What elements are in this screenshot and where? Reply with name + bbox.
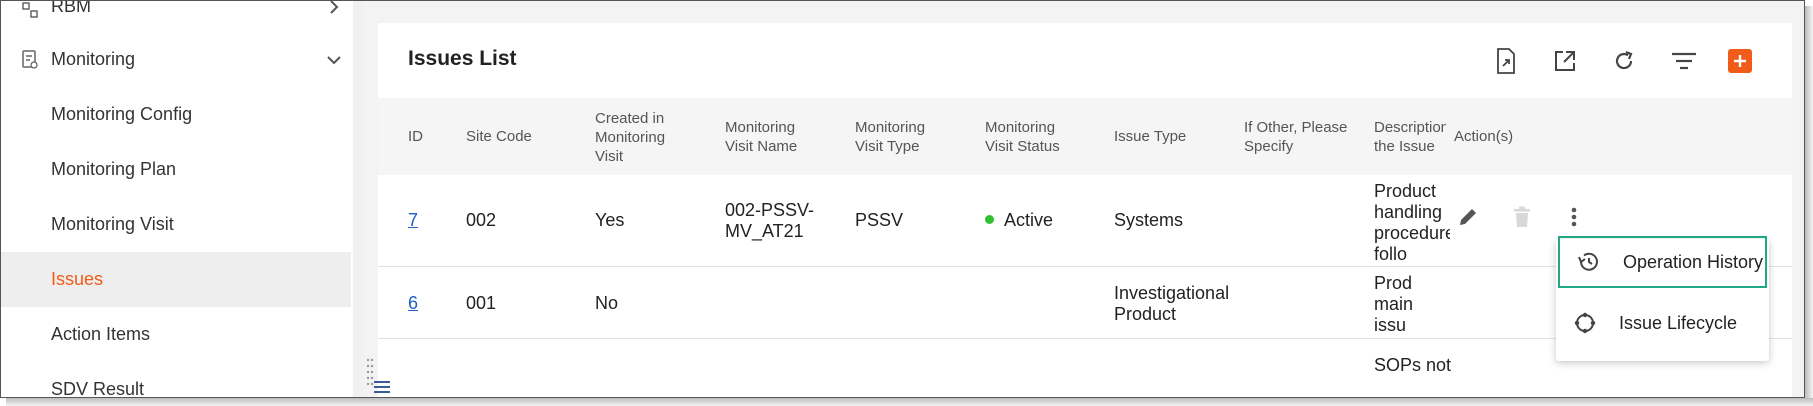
- window-shadow-bottom: [6, 398, 1813, 406]
- history-icon: [1578, 252, 1598, 271]
- refresh-icon: [1615, 50, 1633, 70]
- description-cell: Prod main issu: [1374, 273, 1414, 335]
- sidebar-item-label: SDV Result: [51, 379, 145, 398]
- visit-status-cell: Active: [985, 210, 1053, 231]
- column-header-created-in-visit[interactable]: Created in Monitoring Visit: [595, 109, 695, 166]
- sidebar-item-issues[interactable]: Issues: [1, 252, 351, 307]
- add-button[interactable]: [1728, 49, 1752, 73]
- chevron-down-icon[interactable]: [326, 52, 342, 68]
- pencil-icon: [1460, 209, 1476, 225]
- sidebar: RBM Monitoring Monitoring Config Monitor…: [1, 1, 363, 398]
- visit-name-cell: 002-PSSV-MV_AT21: [725, 200, 815, 241]
- export-button[interactable]: [1490, 45, 1522, 77]
- column-header-issue-type[interactable]: Issue Type: [1114, 127, 1186, 146]
- sidebar-item-label: Monitoring: [51, 49, 136, 69]
- menu-item-issue-lifecycle[interactable]: Issue Lifecycle: [1556, 297, 1769, 349]
- column-header-if-other[interactable]: If Other, Please Specify: [1244, 118, 1354, 156]
- add-icon: [1734, 55, 1746, 67]
- sidebar-item-label: Monitoring Plan: [51, 159, 177, 179]
- status-active-dot-icon: [985, 214, 994, 224]
- sidebar-item-monitoring-plan[interactable]: Monitoring Plan: [1, 142, 351, 197]
- lifecycle-icon: [1574, 312, 1596, 334]
- sidebar-scrollbar[interactable]: [353, 1, 363, 397]
- column-header-visit-name[interactable]: Monitoring Visit Name: [725, 118, 825, 156]
- status-badge: Active: [1004, 210, 1054, 230]
- issue-type-cell: Systems: [1114, 210, 1184, 230]
- more-vertical-icon: [1571, 207, 1577, 227]
- issue-type-cell: Investigational Product: [1114, 283, 1230, 324]
- visit-type-cell: PSSV: [855, 210, 904, 230]
- sidebar-item-monitoring[interactable]: Monitoring: [1, 32, 351, 87]
- sidebar-item-label: Action Items: [51, 324, 151, 344]
- issue-id-link-text[interactable]: 7: [408, 210, 418, 230]
- column-header-id[interactable]: ID: [408, 127, 423, 146]
- table-header: ID Site Code Created in Monitoring Visit…: [378, 98, 1792, 175]
- app-window: RBM Monitoring Monitoring Config Monitor…: [0, 0, 1805, 398]
- trash-icon: [1514, 206, 1530, 227]
- filter-icon: [1672, 52, 1696, 70]
- row-actions-menu: Operation History Issue Lifecycle: [1556, 236, 1769, 361]
- delete-button[interactable]: [1508, 203, 1536, 231]
- column-header-description[interactable]: Description the Issue: [1374, 118, 1446, 158]
- issue-id-link[interactable]: 6: [408, 293, 418, 314]
- more-actions-button[interactable]: [1560, 203, 1588, 231]
- page-title: Issues List: [408, 47, 517, 70]
- sidebar-item-label: Monitoring Config: [51, 104, 193, 124]
- sidebar-item-rbm[interactable]: RBM: [1, 1, 351, 34]
- menu-item-label: Operation History: [1623, 251, 1764, 272]
- sidebar-item-monitoring-visit[interactable]: Monitoring Visit: [1, 197, 351, 252]
- column-header-visit-type[interactable]: Monitoring Visit Type: [855, 118, 955, 156]
- open-external-icon: [1555, 51, 1575, 71]
- sidebar-item-label: Monitoring Visit: [51, 214, 174, 234]
- issue-id-link-text[interactable]: 6: [408, 293, 418, 313]
- column-header-visit-status[interactable]: Monitoring Visit Status: [985, 118, 1085, 156]
- monitoring-icon: [22, 49, 38, 69]
- column-header-site-code[interactable]: Site Code: [466, 127, 532, 146]
- sidebar-item-action-items[interactable]: Action Items: [1, 307, 351, 362]
- sidebar-item-sdv-result[interactable]: SDV Result: [1, 362, 351, 398]
- created-in-visit-cell: Yes: [595, 210, 625, 230]
- description-cell: Product handling procedure follo: [1374, 181, 1450, 264]
- export-icon: [1497, 48, 1515, 74]
- menu-item-operation-history[interactable]: Operation History: [1558, 236, 1767, 288]
- refresh-button[interactable]: [1608, 45, 1640, 77]
- filter-button[interactable]: [1668, 45, 1700, 77]
- menu-item-label: Issue Lifecycle: [1619, 312, 1738, 333]
- edit-button[interactable]: [1454, 203, 1482, 231]
- open-external-button[interactable]: [1549, 45, 1581, 77]
- site-code-cell: 002: [466, 210, 497, 230]
- list-icon[interactable]: [373, 379, 391, 395]
- sidebar-item-monitoring-config[interactable]: Monitoring Config: [1, 87, 351, 142]
- column-header-actions: Action(s): [1454, 128, 1514, 145]
- window-shadow-right: [1805, 6, 1813, 404]
- description-cell: SOPs not: [1374, 355, 1452, 375]
- site-code-cell: 001: [466, 293, 497, 313]
- sidebar-item-label: RBM: [51, 1, 91, 16]
- chevron-right-icon: [330, 1, 339, 14]
- sidebar-item-label: Issues: [51, 269, 104, 289]
- created-in-visit-cell: No: [595, 293, 619, 313]
- rbm-icon: [22, 2, 38, 18]
- issue-id-link[interactable]: 7: [408, 210, 418, 231]
